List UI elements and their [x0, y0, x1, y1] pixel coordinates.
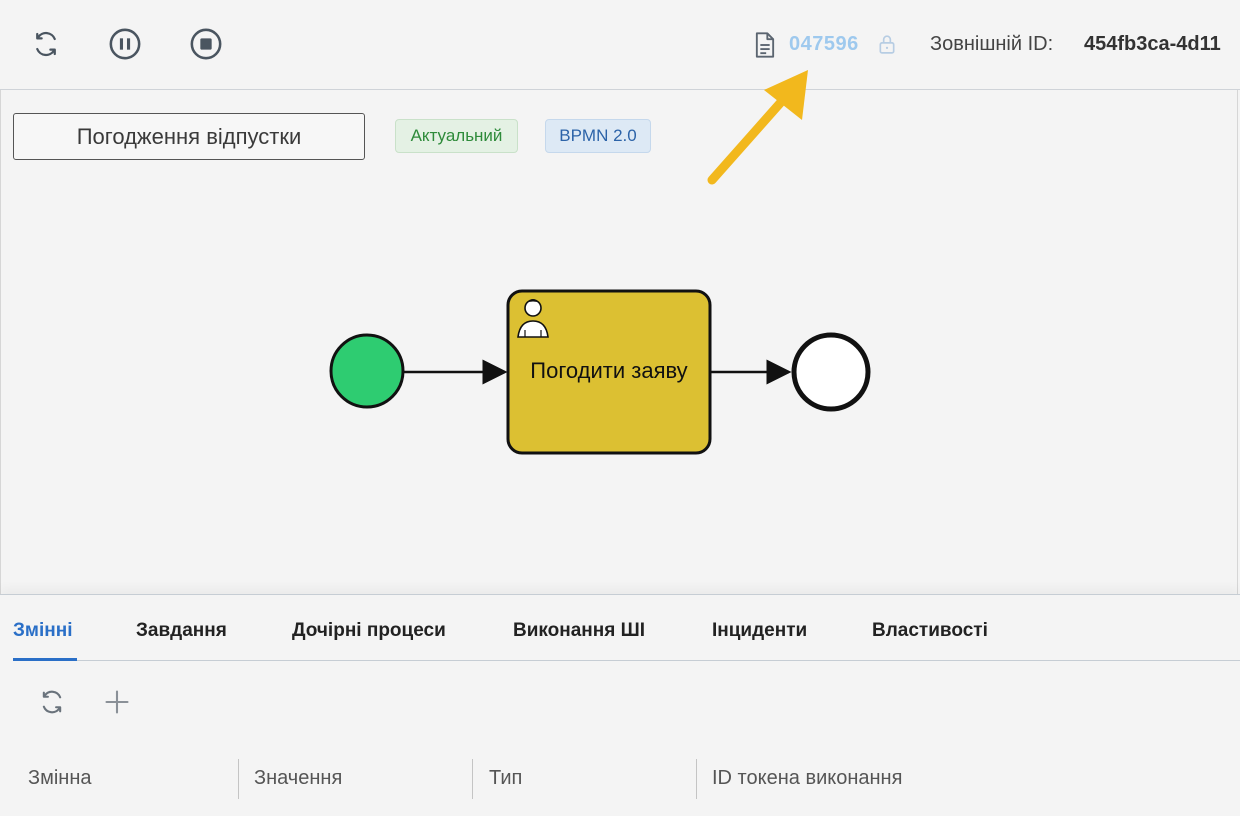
tab-child-processes[interactable]: Дочірні процеси: [292, 620, 446, 642]
tab-properties[interactable]: Властивості: [872, 620, 988, 642]
column-separator: [472, 759, 473, 799]
lock-icon: [879, 35, 895, 54]
add-variable-button[interactable]: [100, 685, 134, 719]
tab-ai-executions[interactable]: Виконання ШІ: [513, 620, 645, 642]
refresh-variables-button[interactable]: [35, 685, 69, 719]
tab-variables[interactable]: Змінні: [13, 620, 72, 642]
external-id-label: Зовнішній ID:: [930, 33, 1054, 55]
user-task-label: Погодити заяву: [530, 358, 688, 383]
column-header-value[interactable]: Значення: [254, 767, 342, 790]
format-badge: BPMN 2.0: [545, 119, 651, 153]
refresh-icon: [36, 31, 56, 57]
column-header-variable[interactable]: Змінна: [28, 767, 92, 790]
status-badge: Актуальний: [395, 119, 518, 153]
tab-tasks[interactable]: Завдання: [136, 620, 227, 642]
pause-icon: [109, 28, 141, 60]
tab-divider: [13, 660, 1240, 661]
column-separator: [696, 759, 697, 799]
external-id-value: 454fb3ca-4d11: [1084, 33, 1221, 55]
process-name-box: Погодження відпустки: [13, 113, 365, 160]
bottom-panel: Змінні Завдання Дочірні процеси Виконанн…: [0, 594, 1240, 816]
column-header-token-id[interactable]: ID токена виконання: [712, 767, 902, 790]
document-icon: [755, 32, 775, 58]
active-tab-indicator: [13, 658, 77, 661]
column-header-type[interactable]: Тип: [489, 767, 522, 790]
column-separator: [238, 759, 239, 799]
top-toolbar: 047596 Зовнішній ID: 454fb3ca-4d11: [0, 0, 1240, 90]
annotation-arrow: [707, 70, 808, 185]
stop-icon: [190, 28, 222, 60]
tab-bar: Змінні Завдання Дочірні процеси Виконанн…: [0, 595, 1240, 661]
instance-id-link[interactable]: 047596: [789, 33, 859, 56]
tab-incidents[interactable]: Інциденти: [712, 620, 807, 642]
stop-button[interactable]: [188, 26, 224, 62]
plus-icon: [105, 690, 129, 714]
refresh-icon: [42, 690, 62, 714]
refresh-button[interactable]: [28, 26, 64, 62]
start-event[interactable]: [329, 333, 405, 409]
pause-button[interactable]: [107, 26, 143, 62]
end-event[interactable]: [791, 332, 871, 412]
